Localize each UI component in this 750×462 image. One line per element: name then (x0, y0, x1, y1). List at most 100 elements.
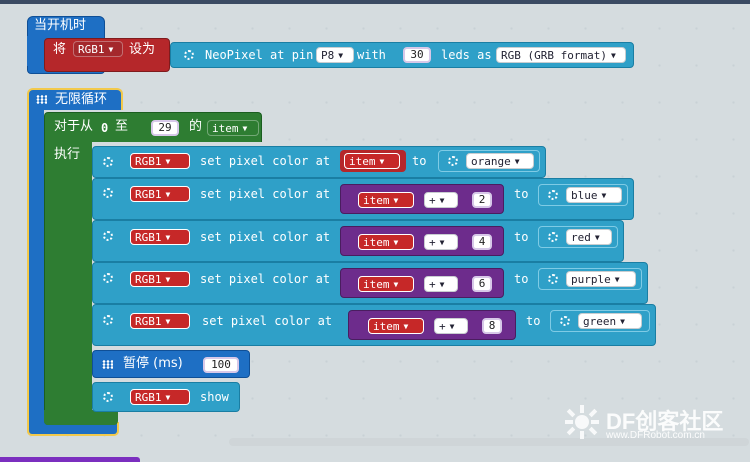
strip-dropdown-5[interactable]: RGB1 ▼ (130, 313, 190, 329)
bottom-toolbar-edge (0, 457, 140, 462)
offset-input-4[interactable]: 6 (472, 276, 492, 292)
color-dropdown-4[interactable]: purple ▼ (566, 271, 636, 287)
strip-var-dropdown[interactable]: RGB1 ▼ (73, 41, 123, 57)
chevron-down-icon: ▼ (601, 191, 607, 200)
op-dropdown-4[interactable]: + ▼ (424, 276, 458, 292)
index-var-1[interactable]: item ▼ (344, 153, 400, 169)
from-value[interactable]: 0 (101, 121, 108, 135)
dfrobot-logo-icon (565, 405, 599, 439)
chevron-down-icon: ▼ (439, 280, 445, 289)
neopixel-label: NeoPixel at pin (205, 48, 314, 62)
op-dropdown-5[interactable]: + ▼ (434, 318, 468, 334)
for-loop-spine (44, 140, 92, 425)
watermark-url: www.DFRobot.com.cn (606, 430, 705, 441)
to-label: 至 (115, 119, 129, 134)
set-pixel-label-4: set pixel color at (200, 272, 331, 286)
to-label-3: to (514, 230, 529, 244)
forever-spine (27, 108, 44, 436)
chevron-down-icon: ▼ (393, 196, 399, 205)
strip-dropdown-2[interactable]: RGB1 ▼ (130, 186, 190, 202)
to-label-1: to (412, 154, 427, 168)
chevron-down-icon: ▼ (614, 275, 620, 284)
with-label: with (357, 48, 386, 62)
chevron-down-icon: ▼ (165, 157, 171, 166)
index-var-2[interactable]: item ▼ (358, 192, 414, 208)
op-dropdown-2[interactable]: + ▼ (424, 192, 458, 208)
chevron-down-icon: ▼ (439, 196, 445, 205)
chevron-down-icon: ▼ (165, 317, 171, 326)
pause-icon (102, 360, 113, 369)
pause-label: 暂停 (ms) (123, 356, 183, 371)
color-dropdown-3[interactable]: red ▼ (566, 229, 612, 245)
chevron-down-icon: ▼ (620, 317, 625, 326)
set-label: 将 (53, 42, 67, 57)
set-pixel-label-5: set pixel color at (202, 314, 333, 328)
op-dropdown-3[interactable]: + ▼ (424, 234, 458, 250)
offset-input-5[interactable]: 8 (482, 318, 502, 334)
of-label: 的 (189, 119, 203, 134)
neopixel-icon (103, 392, 113, 402)
color-dropdown-2[interactable]: blue ▼ (566, 187, 622, 203)
chevron-down-icon: ▼ (242, 124, 248, 133)
color-icon (548, 190, 558, 200)
chevron-down-icon: ▼ (165, 275, 171, 284)
strip-dropdown-4[interactable]: RGB1 ▼ (130, 271, 190, 287)
format-dropdown[interactable]: RGB (GRB format) ▼ (496, 47, 626, 63)
chevron-down-icon: ▼ (165, 190, 171, 199)
chevron-down-icon: ▼ (165, 233, 171, 242)
on-start-inner (27, 36, 44, 66)
forever-icon (36, 95, 47, 104)
to-label-4: to (514, 272, 529, 286)
led-count-input[interactable]: 30 (403, 47, 431, 63)
neopixel-icon (103, 188, 113, 198)
index-var-5[interactable]: item ▼ (368, 318, 424, 334)
neopixel-icon (103, 157, 113, 167)
set-pixel-label-2: set pixel color at (200, 187, 331, 201)
assign-label: 设为 (129, 42, 156, 57)
strip-dropdown-1[interactable]: RGB1 ▼ (130, 153, 190, 169)
chevron-down-icon: ▼ (393, 238, 399, 247)
neopixel-icon (103, 315, 113, 325)
show-strip-dropdown[interactable]: RGB1 ▼ (130, 389, 190, 405)
set-pixel-label-3: set pixel color at (200, 230, 331, 244)
set-pixel-label-1: set pixel color at (200, 154, 331, 168)
color-dropdown-5[interactable]: green ▼ (578, 313, 642, 329)
chevron-down-icon: ▼ (108, 45, 114, 54)
neopixel-icon (184, 50, 194, 60)
for-label: 对于从 (54, 119, 94, 134)
index-var-4[interactable]: item ▼ (358, 276, 414, 292)
color-icon (448, 156, 458, 166)
show-label: show (200, 390, 229, 404)
chevron-down-icon: ▼ (594, 233, 600, 242)
pin-dropdown[interactable]: P8 ▼ (316, 47, 354, 63)
pause-value-input[interactable]: 100 (203, 357, 239, 373)
offset-input-3[interactable]: 4 (472, 234, 492, 250)
to-value-input[interactable]: 29 (151, 120, 179, 136)
color-icon (548, 274, 558, 284)
chevron-down-icon: ▼ (439, 238, 445, 247)
offset-input-2[interactable]: 2 (472, 192, 492, 208)
to-label-2: to (514, 187, 529, 201)
index-var-3[interactable]: item ▼ (358, 234, 414, 250)
chevron-down-icon: ▼ (403, 322, 409, 331)
color-icon (548, 232, 558, 242)
on-start-label: 当开机时 (34, 18, 87, 33)
chevron-down-icon: ▼ (449, 322, 455, 331)
for-loop-foot (44, 410, 118, 425)
color-icon (560, 316, 570, 326)
color-dropdown-1[interactable]: orange ▼ (466, 153, 534, 169)
neopixel-icon (103, 273, 113, 283)
chevron-down-icon: ▼ (514, 157, 520, 166)
chevron-down-icon: ▼ (393, 280, 399, 289)
chevron-down-icon: ▼ (338, 51, 344, 60)
chevron-down-icon: ▼ (165, 393, 171, 402)
leds-as-label: leds as (441, 48, 492, 62)
chevron-down-icon: ▼ (610, 51, 616, 60)
chevron-down-icon: ▼ (379, 157, 385, 166)
to-label-5: to (526, 314, 541, 328)
top-border (0, 0, 750, 4)
do-label: 执行 (54, 147, 81, 162)
index-var-dropdown[interactable]: item ▼ (207, 120, 259, 136)
neopixel-icon (103, 231, 113, 241)
strip-dropdown-3[interactable]: RGB1 ▼ (130, 229, 190, 245)
